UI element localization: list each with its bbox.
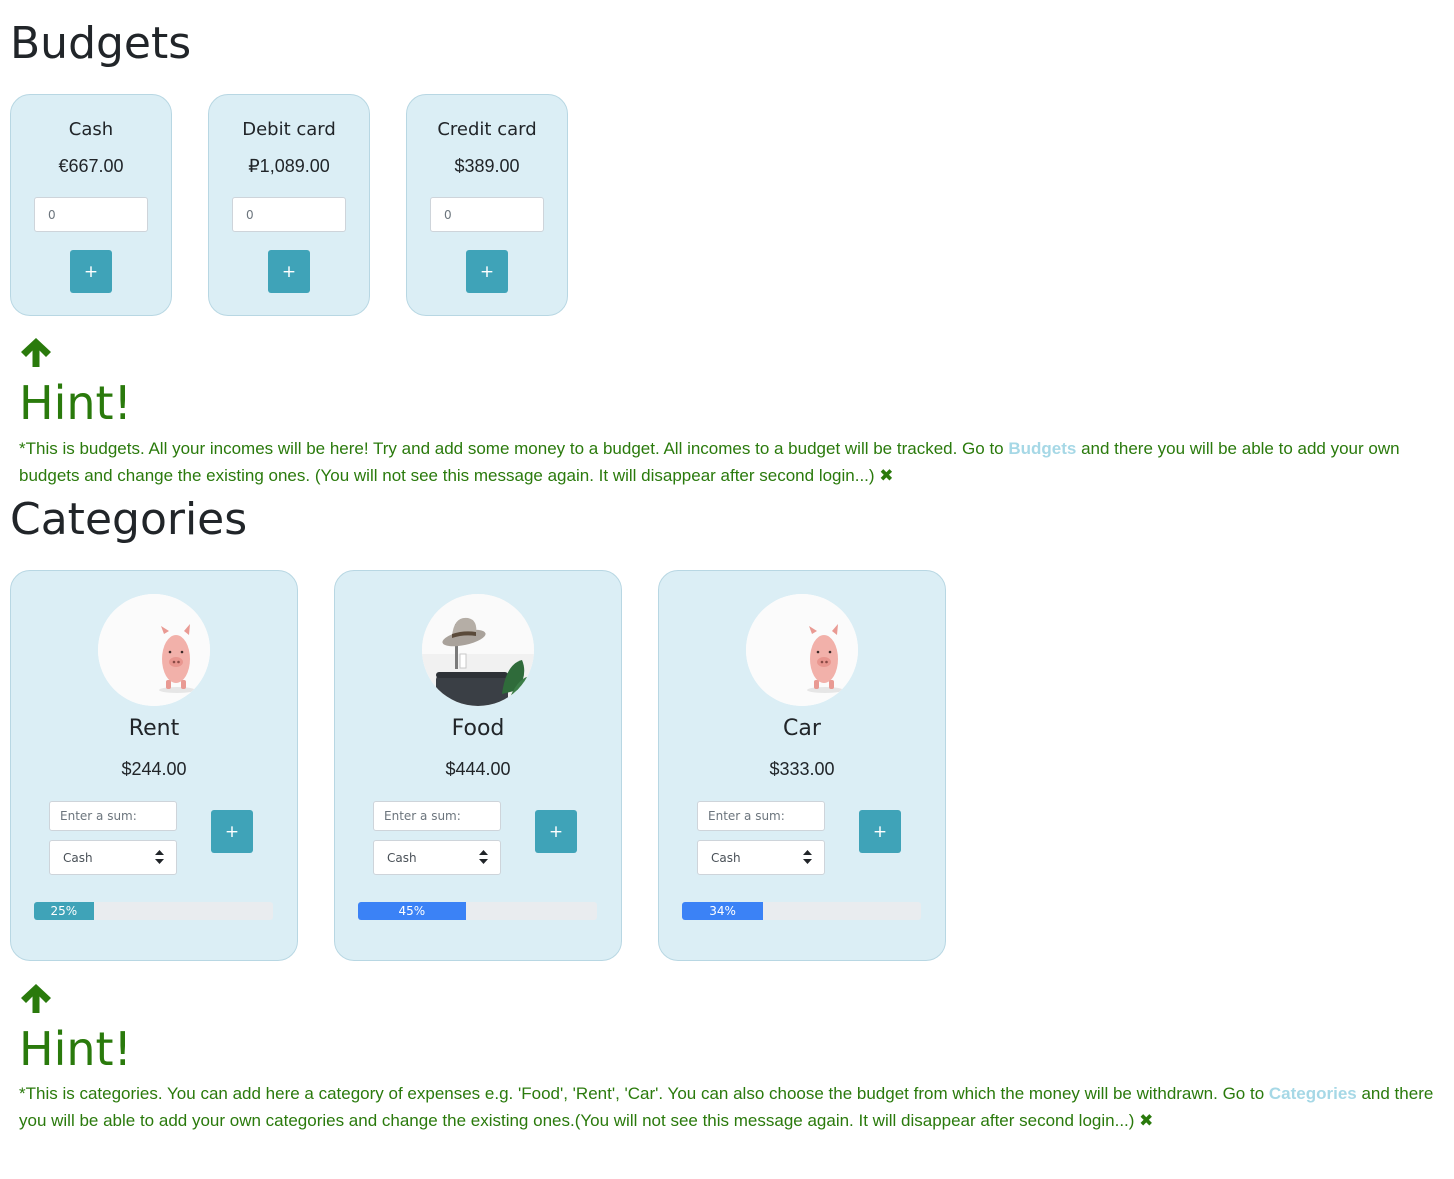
budget-amount-input[interactable] xyxy=(232,197,346,232)
progress-fill: 45% xyxy=(358,902,466,920)
budget-select[interactable]: Cash xyxy=(697,840,825,875)
budget-select[interactable]: Cash xyxy=(49,840,177,875)
category-amount: $333.00 xyxy=(769,759,835,779)
budget-amount-input[interactable] xyxy=(34,197,148,232)
budget-select-value: Cash xyxy=(63,851,93,865)
hint-text-before: *This is budgets. All your incomes will … xyxy=(19,439,1009,458)
budget-card-cash: Cash €667.00 + xyxy=(10,94,172,316)
budget-amount: $389.00 xyxy=(454,156,520,176)
budget-select-value: Cash xyxy=(387,851,417,865)
hint-text-before: *This is categories. You can add here a … xyxy=(19,1084,1269,1103)
progress-fill: 25% xyxy=(34,902,94,920)
sort-arrows-icon xyxy=(155,850,164,864)
progress-fill: 34% xyxy=(682,902,764,920)
add-income-button[interactable]: + xyxy=(268,250,310,293)
budget-card-credit-card: Credit card $389.00 + xyxy=(406,94,568,316)
category-name: Food xyxy=(451,716,505,741)
progress-bar: 34% xyxy=(682,902,921,920)
budget-amount: €667.00 xyxy=(58,156,124,176)
arrow-up-icon xyxy=(21,984,51,1013)
sum-input[interactable] xyxy=(373,801,501,831)
budget-amount: ₽1,089.00 xyxy=(248,156,330,176)
budgets-link[interactable]: Budgets xyxy=(1008,439,1076,458)
hint-text: *This is budgets. All your incomes will … xyxy=(19,435,1451,489)
budget-amount-input[interactable] xyxy=(430,197,544,232)
hat-and-luggage-image xyxy=(422,594,534,706)
sum-input[interactable] xyxy=(697,801,825,831)
budget-select-value: Cash xyxy=(711,851,741,865)
progress-bar: 45% xyxy=(358,902,597,920)
category-card-rent: Rent $244.00 Cash + 25% xyxy=(10,570,298,961)
hint-text: *This is categories. You can add here a … xyxy=(19,1080,1451,1134)
sort-arrows-icon xyxy=(479,850,488,864)
progress-bar: 25% xyxy=(34,902,273,920)
piggy-bank-image xyxy=(746,594,858,706)
categories-link[interactable]: Categories xyxy=(1269,1084,1357,1103)
add-income-button[interactable]: + xyxy=(70,250,112,293)
category-name: Car xyxy=(783,716,821,741)
budget-select[interactable]: Cash xyxy=(373,840,501,875)
category-card-food: Food $444.00 Cash + 45% xyxy=(334,570,622,961)
close-icon[interactable]: ✖ xyxy=(879,466,893,485)
category-amount: $244.00 xyxy=(121,759,187,779)
add-expense-button[interactable]: + xyxy=(859,810,901,853)
category-amount: $444.00 xyxy=(445,759,511,779)
add-expense-button[interactable]: + xyxy=(535,810,577,853)
category-name: Rent xyxy=(128,716,180,741)
sort-arrows-icon xyxy=(803,850,812,864)
piggy-bank-image xyxy=(98,594,210,706)
budget-card-debit-card: Debit card ₽1,089.00 + xyxy=(208,94,370,316)
sum-input[interactable] xyxy=(49,801,177,831)
arrow-up-icon xyxy=(21,338,51,367)
hint-title: Hint! xyxy=(19,1022,133,1076)
budgets-title: Budgets xyxy=(10,18,192,69)
hint-title: Hint! xyxy=(19,376,133,430)
budget-name: Cash xyxy=(68,119,114,140)
close-icon[interactable]: ✖ xyxy=(1139,1111,1153,1130)
categories-title: Categories xyxy=(10,494,248,545)
budget-name: Debit card xyxy=(242,119,336,140)
budget-name: Credit card xyxy=(437,119,537,140)
add-expense-button[interactable]: + xyxy=(211,810,253,853)
category-card-car: Car $333.00 Cash + 34% xyxy=(658,570,946,961)
add-income-button[interactable]: + xyxy=(466,250,508,293)
